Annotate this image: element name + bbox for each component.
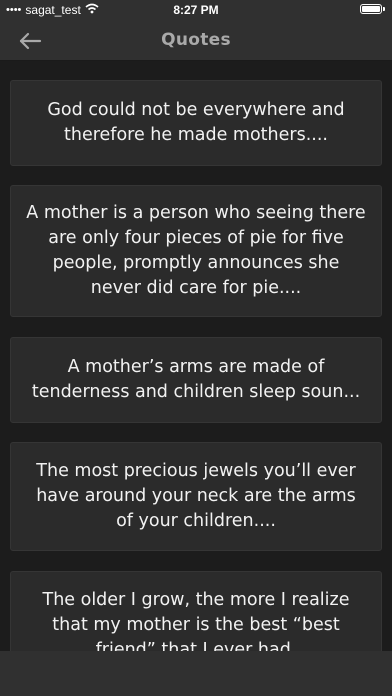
battery-fill [362, 6, 380, 12]
status-bar: •••• sagat_test 8:27 PM [0, 0, 392, 22]
page-title: Quotes [161, 30, 231, 50]
quote-text: A mother’s arms are made of tenderness a… [31, 357, 361, 402]
battery-icon [360, 4, 382, 14]
quote-card[interactable]: A mother is a person who seeing there ar… [10, 185, 382, 317]
quote-text: A mother is a person who seeing there ar… [26, 203, 366, 298]
battery-cap [383, 7, 385, 11]
quote-card[interactable]: The older I grow, the more I realize tha… [10, 571, 382, 651]
status-right [360, 4, 385, 14]
quote-card[interactable]: God could not be everywhere and therefor… [10, 80, 382, 166]
quote-text: God could not be everywhere and therefor… [47, 100, 345, 145]
quote-text: The most precious jewels you’ll ever hav… [36, 461, 356, 531]
quote-list[interactable]: God could not be everywhere and therefor… [0, 61, 392, 651]
quote-text: The older I grow, the more I realize tha… [42, 590, 350, 651]
quote-card[interactable]: The most precious jewels you’ll ever hav… [10, 442, 382, 551]
status-time: 8:27 PM [173, 3, 219, 17]
quote-card[interactable]: A mother’s arms are made of tenderness a… [10, 337, 382, 423]
app-bar: Quotes [0, 22, 392, 61]
bottom-bar [0, 651, 392, 696]
